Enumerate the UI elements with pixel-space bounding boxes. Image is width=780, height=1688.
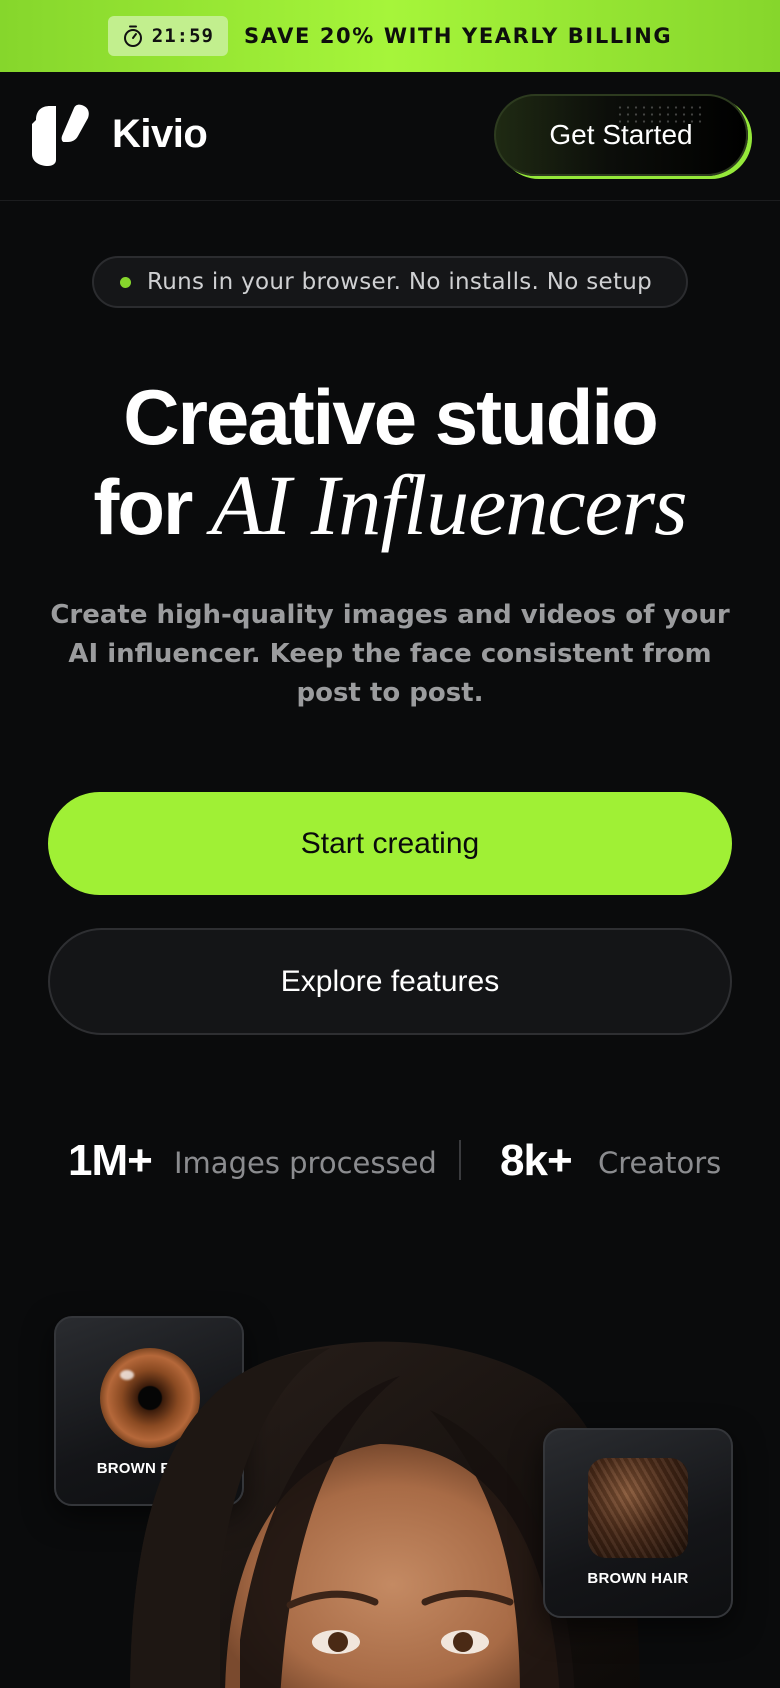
stat-images-label: Images processed <box>174 1146 437 1180</box>
brown-hair-image <box>588 1458 688 1558</box>
brown-hair-label: BROWN HAIR <box>587 1570 689 1587</box>
get-started-button[interactable]: Get Started <box>494 94 748 176</box>
kivio-logo-icon[interactable] <box>30 102 90 168</box>
promo-text: SAVE 20% WITH YEARLY BILLING <box>243 24 673 48</box>
brown-eyes-card[interactable]: BROWN EYES <box>54 1316 244 1506</box>
brown-hair-card[interactable]: BROWN HAIR <box>543 1428 733 1618</box>
explore-features-label: Explore features <box>280 964 500 998</box>
promo-banner[interactable]: 21:59 SAVE 20% WITH YEARLY BILLING <box>0 0 780 72</box>
status-dot <box>120 276 131 288</box>
feature-pill: Runs in your browser. No installs. No se… <box>92 256 688 308</box>
hero-title-line1: Creative studio <box>123 373 658 461</box>
start-creating-label: Start creating <box>300 826 480 860</box>
start-creating-button[interactable]: Start creating <box>48 792 732 895</box>
stopwatch-icon <box>123 25 142 47</box>
stats-divider <box>459 1140 461 1180</box>
get-started-label: Get Started <box>549 119 693 150</box>
site-header: Kivio Get Started <box>0 72 780 201</box>
stat-creators-value: 8k+ <box>500 1136 573 1185</box>
hero-title-line2: for AI Influencers <box>0 455 780 555</box>
hero-title-prefix: for <box>93 463 212 551</box>
stat-images-value: 1M+ <box>68 1136 153 1185</box>
stat-creators-label: Creators <box>598 1146 722 1180</box>
countdown-value: 21:59 <box>151 25 214 47</box>
brown-eye-image <box>100 1348 200 1448</box>
hero-subtitle: Create high-quality images and videos of… <box>50 600 730 708</box>
pill-text: Runs in your browser. No installs. No se… <box>147 269 653 295</box>
brand-name[interactable]: Kivio <box>112 112 208 157</box>
brown-eyes-label: BROWN EYES <box>96 1460 202 1477</box>
countdown-timer: 21:59 <box>107 16 228 56</box>
explore-features-button[interactable]: Explore features <box>48 928 732 1035</box>
eye-highlight <box>120 1370 134 1380</box>
hero-title-italic: AI Influencers <box>211 457 688 553</box>
